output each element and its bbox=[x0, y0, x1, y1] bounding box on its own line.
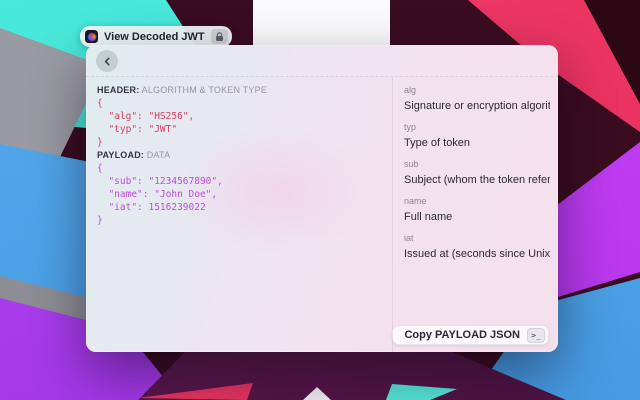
claim-key: name bbox=[404, 196, 550, 207]
claim-item-name: name Full name bbox=[404, 196, 550, 224]
jwt-extension-icon bbox=[85, 30, 98, 43]
decoded-jwt-window: HEADER: ALGORITHM & TOKEN TYPE { "alg": … bbox=[86, 45, 558, 352]
claim-key: alg bbox=[404, 85, 550, 96]
window-header bbox=[86, 45, 558, 77]
payload-section-label: PAYLOAD: DATA bbox=[97, 149, 387, 162]
payload-json: { "sub": "1234567890", "name": "John Doe… bbox=[97, 162, 387, 227]
header-section-label: HEADER: ALGORITHM & TOKEN TYPE bbox=[97, 84, 387, 97]
code-line: "sub": "1234567890", bbox=[97, 175, 387, 188]
back-button[interactable] bbox=[96, 50, 118, 72]
code-line: { bbox=[97, 162, 387, 175]
desktop: View Decoded JWT HEADER: ALGORITHM & TOK… bbox=[0, 0, 640, 400]
chevron-left-icon bbox=[103, 54, 112, 69]
claim-item-alg: alg Signature or encryption algorithm bbox=[404, 85, 550, 113]
code-line: "iat": 1516239022 bbox=[97, 201, 387, 214]
claims-pane: alg Signature or encryption algorithm ty… bbox=[404, 85, 550, 270]
claim-item-typ: typ Type of token bbox=[404, 122, 550, 150]
lock-icon bbox=[211, 29, 228, 44]
header-json: { "alg": "HS256", "typ": "JWT" } bbox=[97, 97, 387, 149]
code-pane: HEADER: ALGORITHM & TOKEN TYPE { "alg": … bbox=[97, 84, 387, 227]
claim-item-iat: iat Issued at (seconds since Unix epo… bbox=[404, 233, 550, 261]
pane-divider bbox=[392, 78, 393, 352]
claim-key: iat bbox=[404, 233, 550, 244]
claim-description: Signature or encryption algorithm bbox=[404, 99, 550, 113]
claim-description: Issued at (seconds since Unix epo… bbox=[404, 247, 550, 261]
pill-title: View Decoded JWT bbox=[104, 31, 205, 43]
claim-key: typ bbox=[404, 122, 550, 133]
copy-payload-json-label: Copy PAYLOAD JSON bbox=[404, 329, 520, 341]
copy-payload-json-button[interactable]: Copy PAYLOAD JSON >_ bbox=[392, 325, 549, 345]
claim-description: Subject (whom the token refers to) bbox=[404, 173, 550, 187]
terminal-prompt-icon: >_ bbox=[527, 328, 545, 343]
code-line: "typ": "JWT" bbox=[97, 123, 387, 136]
code-line: "name": "John Doe", bbox=[97, 188, 387, 201]
claim-description: Full name bbox=[404, 210, 550, 224]
code-line: } bbox=[97, 136, 387, 149]
code-line: { bbox=[97, 97, 387, 110]
claim-item-sub: sub Subject (whom the token refers to) bbox=[404, 159, 550, 187]
window-title-pill[interactable]: View Decoded JWT bbox=[80, 26, 232, 47]
claim-key: sub bbox=[404, 159, 550, 170]
claim-description: Type of token bbox=[404, 136, 550, 150]
code-line: "alg": "HS256", bbox=[97, 110, 387, 123]
code-line: } bbox=[97, 214, 387, 227]
